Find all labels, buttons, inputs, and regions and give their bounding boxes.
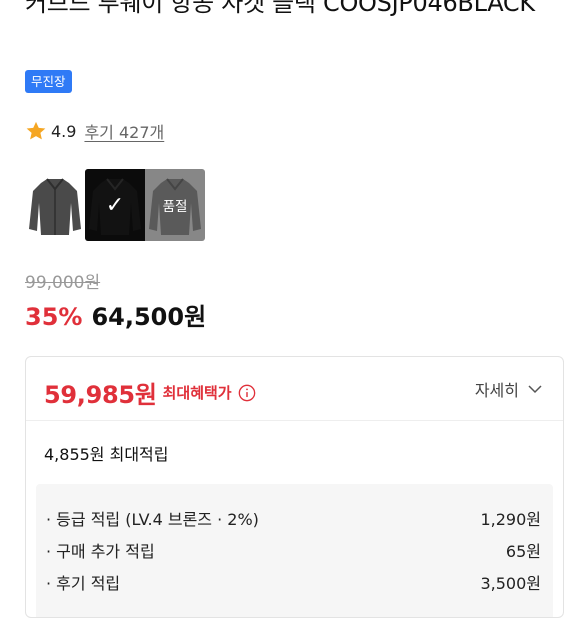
max-benefit-price: 59,985원: [44, 381, 157, 409]
points-row: · 후기 적립 3,500원: [46, 570, 541, 594]
selected-overlay: ✓: [85, 169, 145, 241]
price-row: 35% 64,500원: [25, 297, 206, 332]
star-icon: [26, 121, 46, 140]
rating-score: 4.9: [51, 121, 77, 141]
original-price: 99,000원: [25, 273, 101, 293]
detail-label: 자세히: [474, 381, 519, 400]
sale-price: 64,500원: [91, 303, 207, 331]
chevron-down-icon: [528, 385, 542, 394]
points-row-value: 1,290원: [480, 510, 541, 529]
reviews-link[interactable]: 후기 427개: [84, 119, 164, 143]
rating-summary: 4.9 후기 427개: [25, 119, 164, 143]
points-row-label: · 후기 적립: [46, 574, 121, 593]
points-row-value: 65원: [505, 542, 541, 561]
benefit-card: 59,985원 최대혜택가 자세히 4,855원 최대적립 · 등급 적립 (L…: [25, 356, 564, 618]
product-title: 커브드 투웨이 항공 자켓 블랙 COOSJP046BLACK: [25, 0, 535, 17]
discount-rate: 35%: [25, 303, 83, 331]
swatch-gray[interactable]: 품절: [145, 169, 205, 241]
jacket-thumbnail-charcoal: [29, 178, 81, 235]
promo-badge: 무진장: [25, 70, 72, 93]
detail-toggle-button[interactable]: 자세히: [475, 377, 543, 401]
points-row-label: · 구매 추가 적립: [46, 542, 155, 561]
points-row-label: · 등급 적립 (LV.4 브론즈 · 2%): [46, 510, 259, 529]
points-row-value: 3,500원: [480, 574, 541, 593]
max-benefit-header: 59,985원 최대혜택가: [44, 375, 256, 410]
soldout-label: 품절: [162, 199, 188, 215]
check-icon: ✓: [105, 192, 125, 218]
card-divider: [26, 420, 563, 421]
color-swatches: ✓ 품절: [25, 169, 205, 241]
swatch-black[interactable]: ✓: [85, 169, 145, 241]
info-icon[interactable]: [238, 384, 256, 402]
swatch-charcoal[interactable]: [25, 169, 85, 241]
soldout-overlay: 품절: [145, 169, 205, 241]
points-row: · 등급 적립 (LV.4 브론즈 · 2%) 1,290원: [46, 506, 541, 530]
points-row: · 구매 추가 적립 65원: [46, 538, 541, 562]
max-benefit-label: 최대혜택가: [162, 384, 232, 402]
points-total: 4,855원 최대적립: [44, 445, 169, 464]
points-breakdown: · 등급 적립 (LV.4 브론즈 · 2%) 1,290원 · 구매 추가 적…: [36, 484, 553, 617]
